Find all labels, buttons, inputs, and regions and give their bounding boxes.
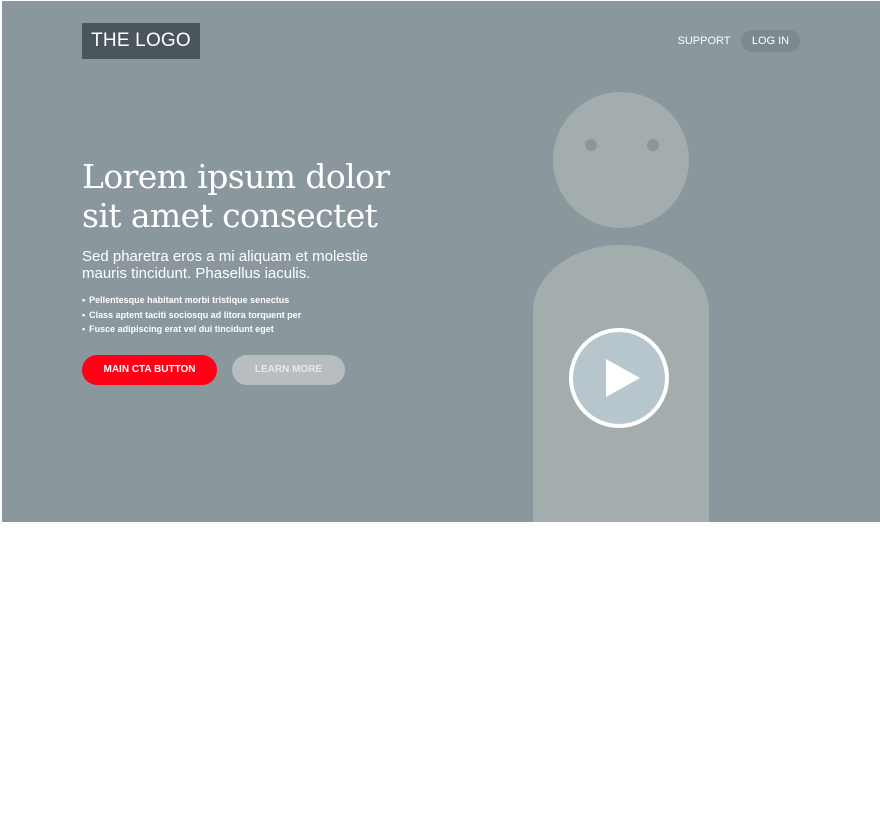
- placeholder-head: [553, 92, 689, 228]
- placeholder-eye-left: [585, 139, 597, 151]
- person-placeholder-illustration: [533, 92, 709, 522]
- play-icon[interactable]: [568, 327, 670, 429]
- hero-section: THE LOGO SUPPORT LOG IN Lorem ipsum dolo…: [2, 1, 880, 522]
- placeholder-eye-right: [647, 139, 659, 151]
